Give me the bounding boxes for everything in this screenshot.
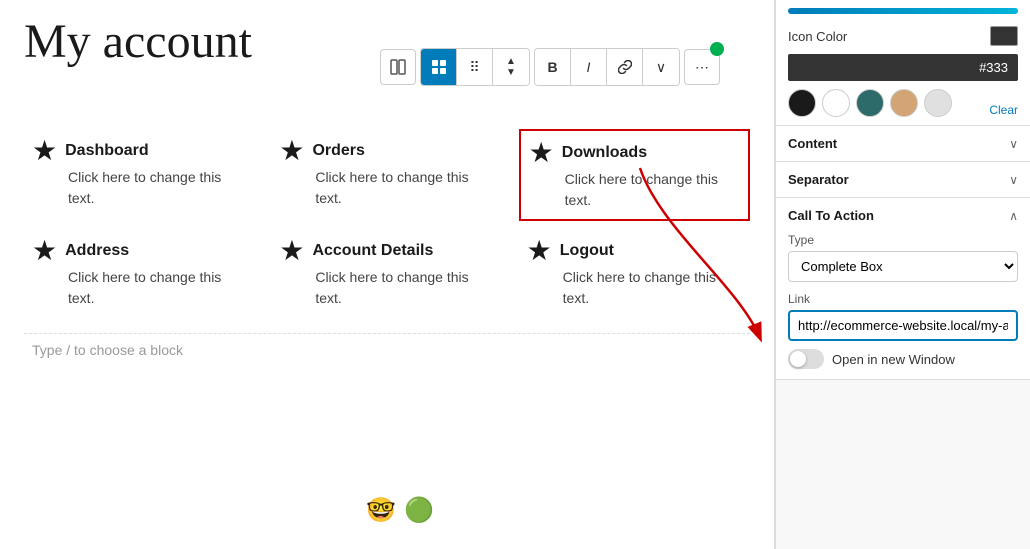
color-bar xyxy=(788,8,1018,14)
star-icon-address: ★ xyxy=(32,237,57,265)
status-indicator xyxy=(710,42,724,56)
item-header-dashboard: ★ Dashboard xyxy=(32,137,247,165)
link-field-label: Link xyxy=(788,292,1018,306)
item-title-account-details: Account Details xyxy=(312,242,433,260)
color-swatches: Clear xyxy=(788,89,1018,117)
cta-section: Call To Action ∧ Type Complete Box Butto… xyxy=(776,198,1030,380)
toggle-knob xyxy=(790,351,806,367)
toolbar-group-main: ⠿ ▲▼ xyxy=(420,48,530,86)
account-item-account-details[interactable]: ★ Account Details Click here to change t… xyxy=(271,229,502,317)
item-text-orders: Click here to change this text. xyxy=(279,167,494,209)
star-icon-orders: ★ xyxy=(279,137,304,165)
right-panel-top: Icon Color #333 Clear xyxy=(776,0,1030,126)
toolbar: ⠿ ▲▼ B I ∨ ⋯ xyxy=(380,48,720,86)
move-button[interactable]: ⠿ xyxy=(457,49,493,85)
account-item-address[interactable]: ★ Address Click here to change this text… xyxy=(24,229,255,317)
item-text-account-details: Click here to change this text. xyxy=(279,267,494,309)
avatar-green: 🟢 xyxy=(404,496,434,525)
item-header-downloads: ★ Downloads xyxy=(529,139,740,167)
type-field-label: Type xyxy=(788,233,1018,247)
icon-color-label: Icon Color xyxy=(788,29,847,44)
avatar-nerd: 🤓 xyxy=(366,496,396,525)
swatch-white[interactable] xyxy=(822,89,850,117)
item-text-address: Click here to change this text. xyxy=(32,267,247,309)
star-icon-logout: ★ xyxy=(527,237,552,265)
item-title-orders: Orders xyxy=(312,142,364,160)
item-title-address: Address xyxy=(65,242,129,260)
cta-chevron-icon: ∧ xyxy=(1009,209,1018,223)
toolbar-group-format: B I ∨ xyxy=(534,48,680,86)
star-icon-account-details: ★ xyxy=(279,237,304,265)
link-button[interactable] xyxy=(607,49,643,85)
floating-avatars: 🤓 🟢 xyxy=(366,496,434,525)
separator-section-label: Separator xyxy=(788,172,849,187)
type-select[interactable]: Complete Box Button None xyxy=(788,251,1018,282)
item-text-logout: Click here to change this text. xyxy=(527,267,742,309)
cta-label: Call To Action xyxy=(788,208,874,223)
separator-chevron-icon: ∨ xyxy=(1009,173,1018,187)
separator-section-row[interactable]: Separator ∨ xyxy=(776,162,1030,198)
open-new-window-toggle[interactable] xyxy=(788,349,824,369)
account-item-dashboard[interactable]: ★ Dashboard Click here to change this te… xyxy=(24,129,255,221)
item-header-logout: ★ Logout xyxy=(527,237,742,265)
swatch-peach[interactable] xyxy=(890,89,918,117)
link-input[interactable] xyxy=(788,310,1018,341)
item-header-address: ★ Address xyxy=(32,237,247,265)
open-new-window-label: Open in new Window xyxy=(832,352,955,367)
account-grid: ★ Dashboard Click here to change this te… xyxy=(24,129,750,317)
hex-display[interactable]: #333 xyxy=(788,54,1018,81)
content-section-label: Content xyxy=(788,136,837,151)
account-item-logout[interactable]: ★ Logout Click here to change this text. xyxy=(519,229,750,317)
swatch-black[interactable] xyxy=(788,89,816,117)
account-item-downloads[interactable]: ★ Downloads Click here to change this te… xyxy=(519,129,750,221)
cta-header[interactable]: Call To Action ∧ xyxy=(788,208,1018,223)
content-section-row[interactable]: Content ∨ xyxy=(776,126,1030,162)
type-block: Type / to choose a block xyxy=(24,333,750,366)
icon-color-swatch[interactable] xyxy=(990,26,1018,46)
layout-button[interactable] xyxy=(380,49,416,85)
clear-button[interactable]: Clear xyxy=(989,103,1018,117)
star-icon-downloads: ★ xyxy=(529,139,554,167)
item-header-orders: ★ Orders xyxy=(279,137,494,165)
bold-button[interactable]: B xyxy=(535,49,571,85)
grid-button[interactable] xyxy=(421,49,457,85)
item-title-logout: Logout xyxy=(560,242,614,260)
toggle-row: Open in new Window xyxy=(788,349,1018,369)
star-icon-dashboard: ★ xyxy=(32,137,57,165)
item-text-dashboard: Click here to change this text. xyxy=(32,167,247,209)
type-block-text: Type / to choose a block xyxy=(32,342,183,358)
item-title-dashboard: Dashboard xyxy=(65,142,149,160)
item-title-downloads: Downloads xyxy=(562,144,647,162)
arrow-up-button[interactable]: ▲▼ xyxy=(493,49,529,85)
right-panel: Icon Color #333 Clear Content ∨ Separato… xyxy=(775,0,1030,549)
swatch-light-gray[interactable] xyxy=(924,89,952,117)
account-item-orders[interactable]: ★ Orders Click here to change this text. xyxy=(271,129,502,221)
left-panel: My account ⠿ ▲▼ B I xyxy=(0,0,775,549)
content-chevron-icon: ∨ xyxy=(1009,137,1018,151)
icon-color-row: Icon Color xyxy=(788,26,1018,46)
dropdown-button[interactable]: ∨ xyxy=(643,49,679,85)
item-text-downloads: Click here to change this text. xyxy=(529,169,740,211)
item-header-account-details: ★ Account Details xyxy=(279,237,494,265)
swatch-teal[interactable] xyxy=(856,89,884,117)
italic-button[interactable]: I xyxy=(571,49,607,85)
